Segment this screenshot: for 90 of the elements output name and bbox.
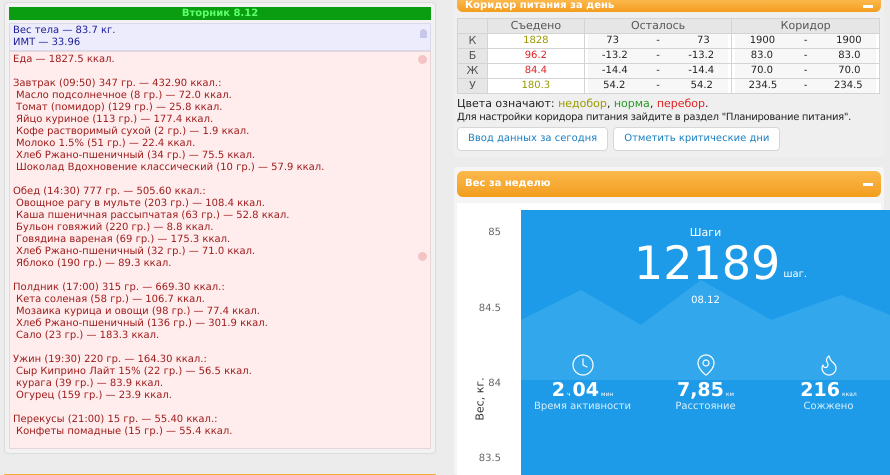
axis-label: Вес, кг. [474,377,487,421]
food-item: Хлеб Ржано-пшеничный (136 гр.) — 301.9 ккал. [15,318,268,330]
food-item: Масло подсолнечное (8 гр.) — 72.0 ккал. [15,90,232,102]
steps-count: 12189 [634,239,780,287]
food-item: Шоколад Вдохновение классический (10 гр.) — 57.9 ккал. [15,162,324,174]
column-header: Съедено [487,18,584,34]
food-item: Сало (23 гр.) — 183.3 ккал. [15,330,160,342]
column-header: Коридор [732,18,880,34]
range-from: 234.5 [748,79,778,93]
color-legend: Цвета означают: недобор, норма, перебор. [457,96,881,112]
action-button[interactable]: Ввод данных за сегодня [457,127,608,151]
y-tick-label: 83.5 [478,453,501,465]
range-to: -13.2 [688,49,714,63]
meal-title: Полдник (17:00) 315 гр. — 669.30 ккал.: [13,282,225,294]
food-item: Говядина вареная (69 гр.) — 175.3 ккал. [15,234,230,246]
corridor-hint: Для настройки коридора питания зайдите в раздел "Планирование питания". [457,112,852,124]
stat-value: 04 [572,379,599,401]
stat-label: Расстояние [675,401,736,413]
food-item: Конфеты помадные (15 гр.) — 55.4 ккал. [15,426,232,438]
range-dash: - [804,34,808,48]
food-item: Бульон говяжий (220 гр.) — 8.8 ккал. [15,222,214,234]
range-from: -13.2 [602,49,628,63]
eaten-value: 84.4 [487,64,584,78]
range-from: 70.0 [750,64,774,78]
food-item: Кофе растворимый сухой (2 гр.) — 1.9 ккал. [15,126,250,138]
range-to: 70.0 [838,64,861,78]
range-dash: - [656,49,660,63]
panel-title: Вес за неделю [465,178,550,190]
stat-value: 7,85 [676,379,724,401]
y-tick-label: 84.5 [478,303,501,315]
day-header: Вторник 8.12 [9,7,431,20]
meal-title: Обед (14:30) 777 гр. — 505.60 ккал.: [13,186,206,198]
range-to: 1900 [836,34,862,48]
steps-title: Шаги [690,227,722,239]
range-to: 83.0 [838,49,861,63]
collapse-icon[interactable] [863,4,873,8]
bmi-text: ИМТ — 33.96 [13,37,82,49]
meal-title: Ужин (19:30) 220 гр. — 164.30 ккал.: [13,354,207,366]
range-from: 54.2 [603,79,626,93]
eaten-value: 96.2 [487,48,584,64]
food-item: Яйцо куриное (113 гр.) — 177.4 ккал. [15,114,214,126]
food-total: Еда — 1827.5 ккал. [13,54,115,66]
row-label: К [458,34,488,48]
range-dash: - [804,64,808,78]
food-item: Огурец (159 гр.) — 23.9 ккал. [15,390,172,402]
range-from: 1900 [750,34,776,48]
steps-unit: шаг. [783,269,808,281]
food-item: Каша пшеничная рассыпчатая (63 гр.) — 52.8 ккал. [15,210,290,222]
meal-title: Перекусы (21:00) 15 гр. — 55.40 ккал.: [13,414,218,426]
range-dash: - [656,79,660,93]
steps-date: 08.12 [691,295,720,307]
range-to: 73 [696,34,710,48]
range-dash: - [656,64,660,78]
food-item: Хлеб Ржано-пшеничный (32 гр.) — 71.0 ккал. [15,246,256,258]
collapse-icon[interactable] [863,182,873,186]
food-item: Томат (помидор) (129 гр.) — 25.8 ккал. [15,102,222,114]
row-label: Б [458,48,488,64]
y-tick-label: 84 [488,378,501,390]
range-from: 83.0 [750,49,774,63]
stat-label: Время активности [534,401,631,413]
range-to: -14.4 [688,64,714,78]
range-dash: - [804,79,808,93]
stat-value: 216 [800,379,840,401]
column-header: Осталось [584,18,732,34]
food-item: Мозаика курица и овощи (98 гр.) — 77.4 ккал. [15,306,260,318]
range-dash: - [804,49,808,63]
food-item: Молоко 1.5% (51 гр.) — 22.4 ккал. [15,138,196,150]
food-item: Яблоко (190 гр.) — 89.3 ккал. [15,258,172,270]
eaten-value: 180.3 [487,78,584,94]
range-from: -14.4 [602,64,628,78]
food-item: Кета соленая (58 гр.) — 106.7 ккал. [15,294,205,306]
row-label: Ж [458,64,488,78]
food-item: Овощное рагу в мульте (203 гр.) — 108.4 ккал. [15,198,265,210]
action-button[interactable]: Отметить критические дни [613,127,780,151]
body-weight-text: Вес тела — 83.7 кг. [13,25,116,37]
range-from: 73 [606,34,620,48]
food-item: Хлеб Ржано-пшеничный (34 гр.) — 75.5 ккал. [15,150,256,162]
range-dash: - [656,34,660,48]
y-tick-label: 85 [488,227,501,239]
row-label: У [458,78,488,94]
panel-title: Коридор питания за день [465,0,614,12]
range-to: 54.2 [690,79,713,93]
stat-value: 2 [552,379,565,401]
stat-label: Сожжено [804,401,854,413]
food-item: Сыр Киприно Лайт 15% (22 гр.) — 56.5 ккал. [15,366,252,378]
eaten-value: 1828 [487,34,584,48]
meal-title: Завтрак (09:50) 347 гр. — 432.90 ккал.: [13,78,222,90]
food-item: курага (39 гр.) — 83.9 ккал. [15,378,164,390]
range-to: 234.5 [834,79,863,93]
clock-icon [570,353,594,377]
